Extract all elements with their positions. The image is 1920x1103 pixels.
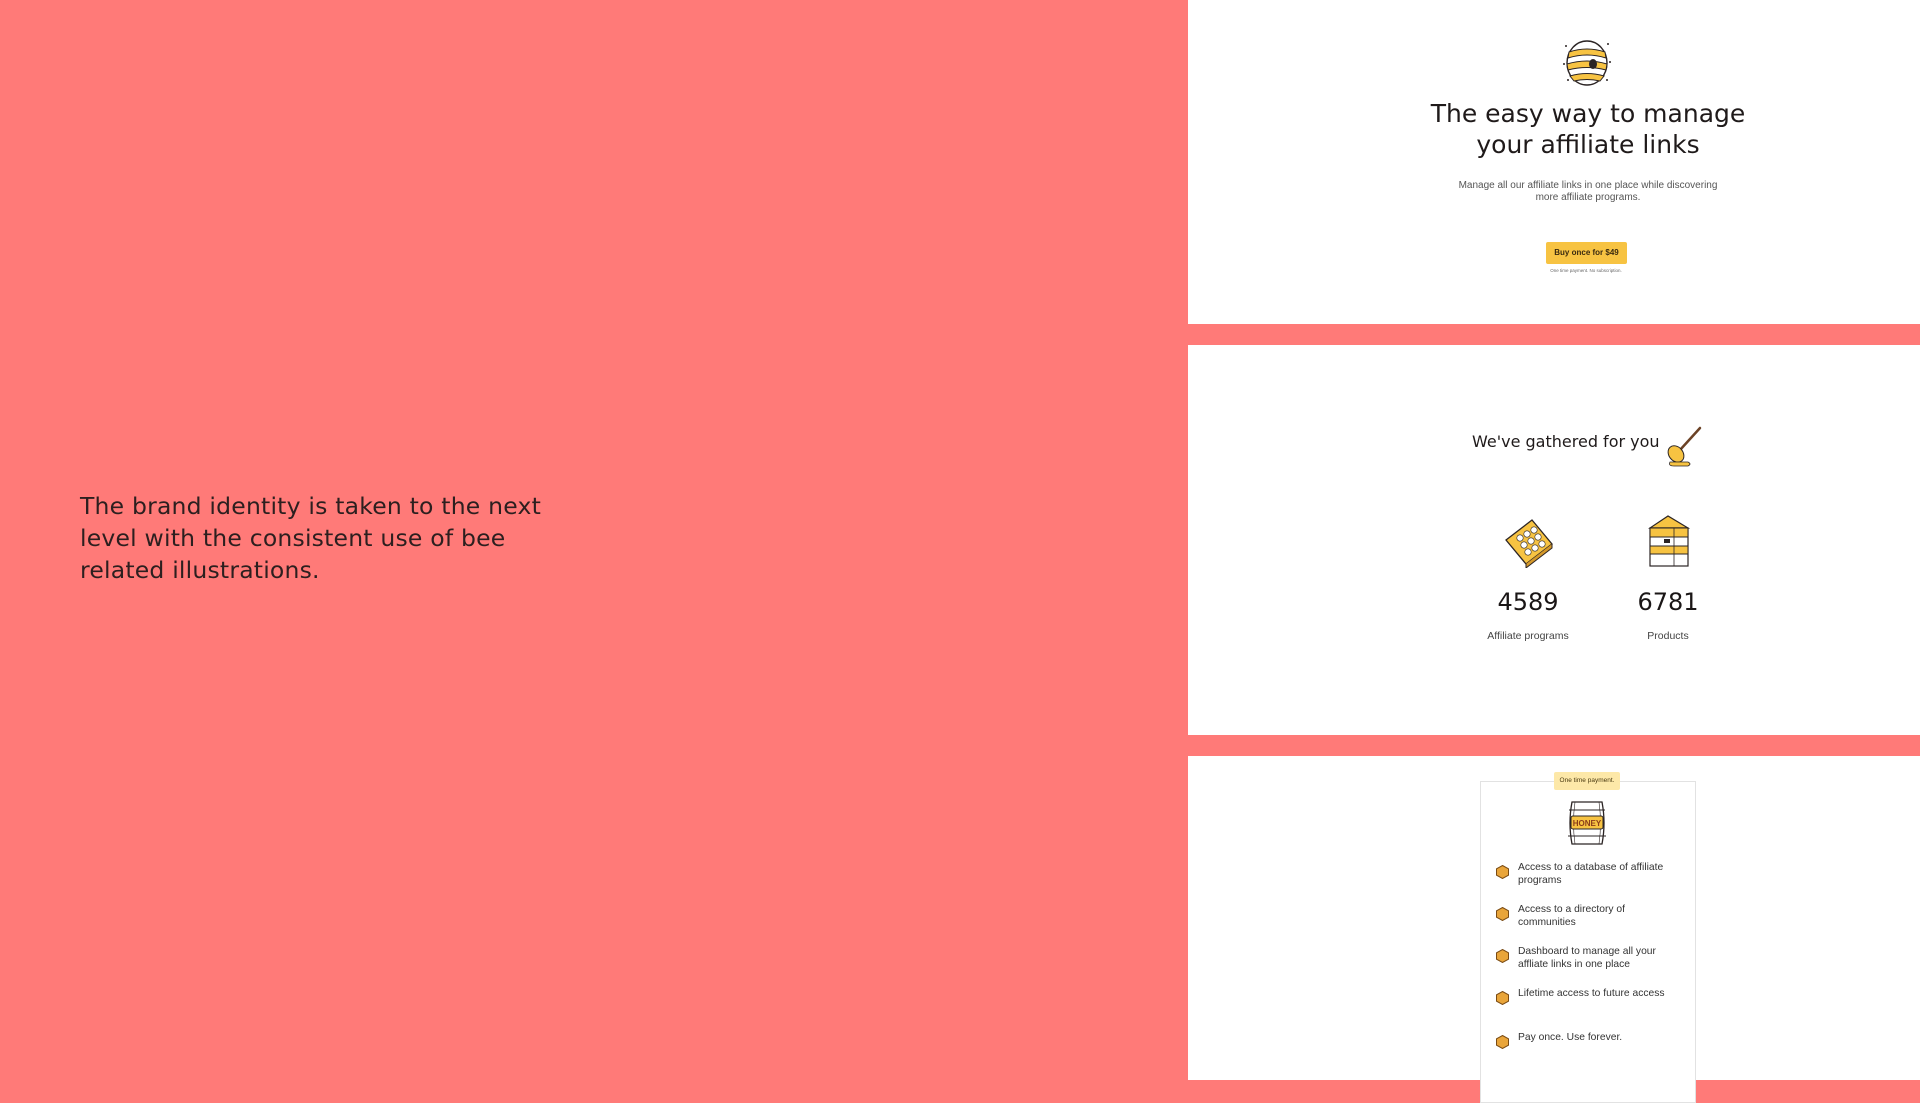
hero-title-line-1: The easy way to manage	[1430, 99, 1746, 128]
hexagon-bullet-icon	[1496, 949, 1509, 963]
hexagon-bullet-icon	[1496, 991, 1509, 1005]
hero-title-line-2: your affiliate links	[1476, 130, 1700, 159]
feature-text: Access to a database of affiliate progra…	[1518, 862, 1664, 886]
buy-note: One time payment. No subscription.	[1550, 268, 1622, 273]
stat-label: Products	[1647, 630, 1689, 642]
hexagon-bullet-icon	[1496, 865, 1509, 879]
gathered-heading: We've gathered for you	[1472, 432, 1660, 451]
stat-value: 4589	[1497, 588, 1559, 616]
brand-caption: The brand identity is taken to the next …	[80, 492, 541, 584]
hexagon-bullet-icon	[1496, 907, 1509, 921]
one-time-badge: One time payment.	[1554, 772, 1620, 790]
feature-text: Lifetime access to future access	[1518, 988, 1665, 999]
beehive-logo-icon	[1563, 40, 1611, 86]
feature-text: Access to a directory of communities	[1518, 904, 1626, 928]
hero-panel	[1188, 0, 1920, 324]
beehive-box-icon	[1648, 515, 1691, 567]
stat-value: 6781	[1637, 588, 1699, 616]
feature-text: Dashboard to manage all your affliate li…	[1518, 946, 1656, 970]
barrel-label: HONEY	[1573, 819, 1602, 828]
honey-barrel-icon: HONEY	[1568, 801, 1606, 845]
honey-dipper-icon	[1667, 426, 1702, 467]
hero-subtitle: Manage all our affiliate links in one pl…	[1458, 180, 1718, 203]
feature-text: Pay once. Use forever.	[1518, 1032, 1623, 1043]
hexagon-bullet-icon	[1496, 1035, 1509, 1049]
stat-label: Affiliate programs	[1487, 630, 1569, 642]
hero-title: The easy way to manage your affiliate li…	[1388, 98, 1788, 160]
honeycomb-icon	[1505, 519, 1553, 568]
buy-button[interactable]: Buy once for $49	[1546, 242, 1627, 264]
